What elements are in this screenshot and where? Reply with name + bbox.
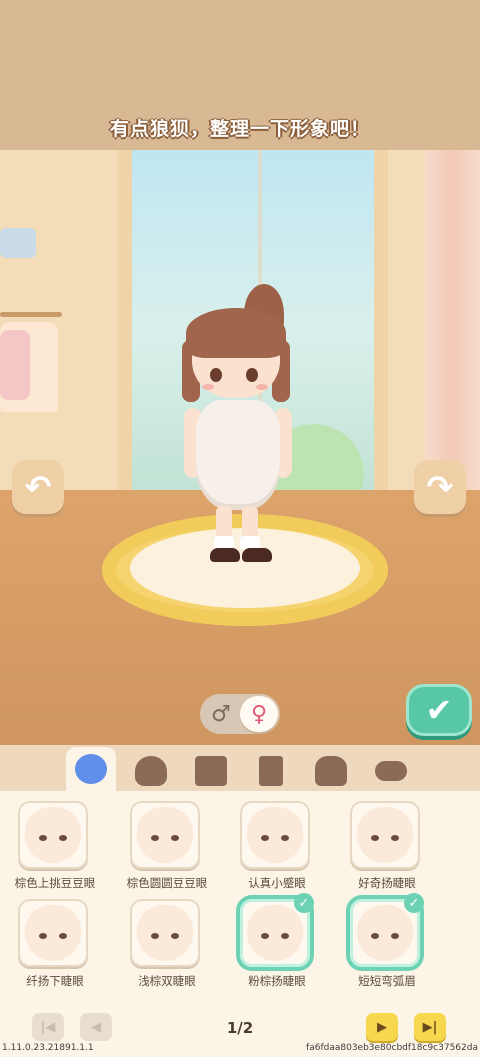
female-icon: ♀ <box>250 701 268 727</box>
tab-top[interactable] <box>186 750 236 792</box>
next-page-icon: ▶ <box>377 1019 387 1035</box>
face-preview-icon <box>137 807 193 863</box>
blush-left <box>202 384 214 390</box>
prev-page-icon: ◀ <box>91 1019 101 1035</box>
first-page-icon: |◀ <box>40 1019 56 1035</box>
eye-left <box>210 368 222 382</box>
item-thumb <box>130 899 200 967</box>
item-label: 纤扬下睫眼 <box>26 974 84 988</box>
item-card-4[interactable]: 好奇扬睫眼 <box>332 795 442 903</box>
item-thumb <box>18 899 88 967</box>
rotate-right-icon: ↷ <box>426 468 454 506</box>
item-label: 浅棕双睫眼 <box>138 974 196 988</box>
face-preview-icon <box>25 905 81 961</box>
dress-icon <box>315 756 347 786</box>
next-page-button[interactable]: ▶ <box>366 1013 398 1041</box>
character-avatar <box>180 280 310 590</box>
checkmark-icon: ✔ <box>425 691 453 729</box>
hair-icon <box>135 756 167 786</box>
build-hash-text: fa6fdaa803eb3e80cbdf18c9c37562da <box>306 1043 478 1053</box>
item-card-7[interactable]: ✓ 粉棕扬睫眼 <box>222 893 332 1001</box>
shoe-left <box>210 548 240 562</box>
face-preview-icon <box>247 905 303 961</box>
face-preview-icon <box>25 807 81 863</box>
first-page-button[interactable]: |◀ <box>32 1013 64 1041</box>
face-preview-icon <box>247 807 303 863</box>
item-label: 粉棕扬睫眼 <box>248 974 306 988</box>
item-thumb <box>240 801 310 869</box>
character-hair <box>186 308 286 358</box>
selected-check-icon: ✓ <box>404 893 424 913</box>
item-card-6[interactable]: 浅棕双睫眼 <box>112 893 222 1001</box>
tab-shoes[interactable] <box>366 750 416 792</box>
shirt-icon <box>195 756 227 786</box>
eye-right <box>246 368 258 382</box>
gender-female-button[interactable]: ♀ <box>240 696 278 732</box>
item-card-5[interactable]: 纤扬下睫眼 <box>0 893 110 1001</box>
face-icon <box>75 754 107 784</box>
hanging-pink-shirt <box>0 330 30 400</box>
face-preview-icon <box>357 807 413 863</box>
page-title: 有点狼狈，整理一下形象吧！ <box>109 118 370 140</box>
item-label: 认真小蹙眼 <box>248 876 306 890</box>
tab-dress[interactable] <box>306 750 356 792</box>
blush-right <box>256 384 268 390</box>
item-label: 棕色圆圆豆豆眼 <box>126 876 208 890</box>
item-label: 短短弯弧眉 <box>358 974 416 988</box>
pants-icon <box>259 756 283 786</box>
item-card-1[interactable]: 棕色上挑豆豆眼 <box>0 795 110 903</box>
rotate-left-icon: ↶ <box>24 468 52 506</box>
face-preview-icon <box>137 905 193 961</box>
item-grid: 棕色上挑豆豆眼 棕色圆圆豆豆眼 认真小蹙眼 好奇扬睫眼 纤扬下睫眼 浅棕双睫眼 … <box>0 791 480 1001</box>
item-thumb <box>350 801 420 869</box>
hanger-rod <box>0 312 62 317</box>
gender-male-button[interactable]: ♂ <box>202 696 240 732</box>
shoes-icon <box>375 761 407 781</box>
item-card-8[interactable]: ✓ 短短弯弧眉 <box>332 893 442 1001</box>
character-dress <box>196 400 280 510</box>
pagination-bar: |◀ ◀ 1/2 ▶ ▶| 1.11.0.23.21891.1.1 fa6fda… <box>0 1001 480 1057</box>
dressing-room-scene: 有点狼狈，整理一下形象吧！ ↶ ↷ ♂ ♀ ✔ <box>0 0 480 745</box>
item-card-2[interactable]: 棕色圆圆豆豆眼 <box>112 795 222 903</box>
confirm-button[interactable]: ✔ <box>406 684 472 736</box>
item-label: 好奇扬睫眼 <box>358 876 416 890</box>
tab-pants[interactable] <box>246 750 296 792</box>
item-label: 棕色上挑豆豆眼 <box>14 876 96 890</box>
gender-toggle: ♂ ♀ <box>200 694 280 734</box>
last-page-button[interactable]: ▶| <box>414 1013 446 1041</box>
page-indicator: 1/2 <box>226 1019 254 1037</box>
prev-page-button[interactable]: ◀ <box>80 1013 112 1041</box>
item-thumb <box>18 801 88 869</box>
item-card-3[interactable]: 认真小蹙眼 <box>222 795 332 903</box>
rotate-left-button[interactable]: ↶ <box>12 460 64 514</box>
version-text: 1.11.0.23.21891.1.1 <box>2 1043 94 1053</box>
category-tabbar <box>0 745 480 791</box>
selected-check-icon: ✓ <box>294 893 314 913</box>
shoe-right <box>242 548 272 562</box>
folded-clothes <box>0 228 36 258</box>
rotate-right-button[interactable]: ↷ <box>414 460 466 514</box>
male-icon: ♂ <box>211 701 231 727</box>
tab-face[interactable] <box>66 747 116 791</box>
item-thumb <box>130 801 200 869</box>
face-preview-icon <box>357 905 413 961</box>
tab-hair[interactable] <box>126 750 176 792</box>
last-page-icon: ▶| <box>422 1019 438 1035</box>
